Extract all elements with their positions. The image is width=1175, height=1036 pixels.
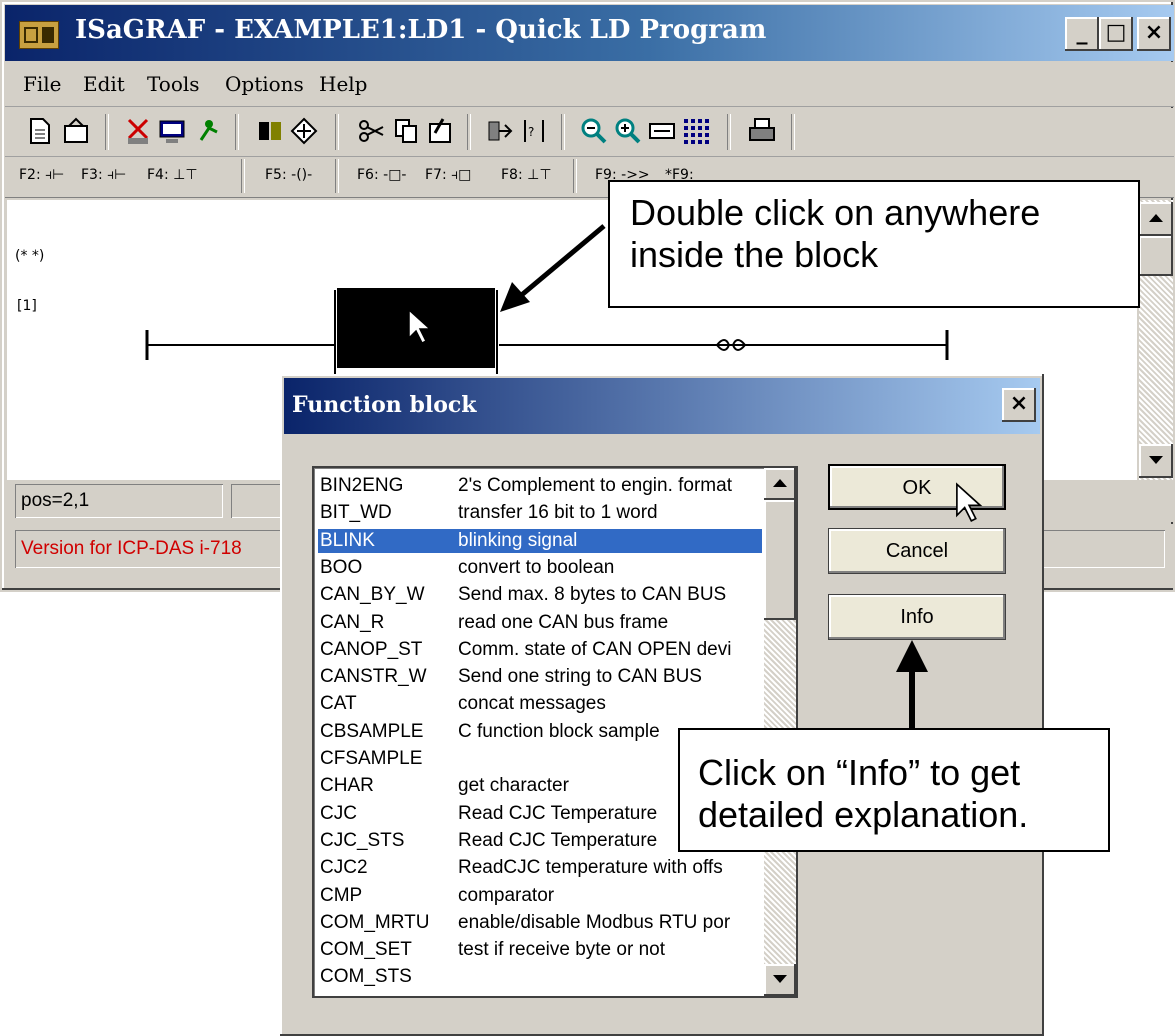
double-click-callout: Double click on anywhere inside the bloc… bbox=[608, 180, 1140, 308]
info-line2: detailed explanation. bbox=[698, 794, 1029, 835]
annotation-arrows bbox=[500, 224, 928, 730]
double-click-line1: Double click on anywhere bbox=[630, 192, 1041, 233]
info-line1: Click on “Info” to get bbox=[698, 752, 1021, 793]
double-click-line2: inside the block bbox=[630, 234, 879, 275]
info-callout: Click on “Info” to get detailed explanat… bbox=[678, 728, 1110, 852]
